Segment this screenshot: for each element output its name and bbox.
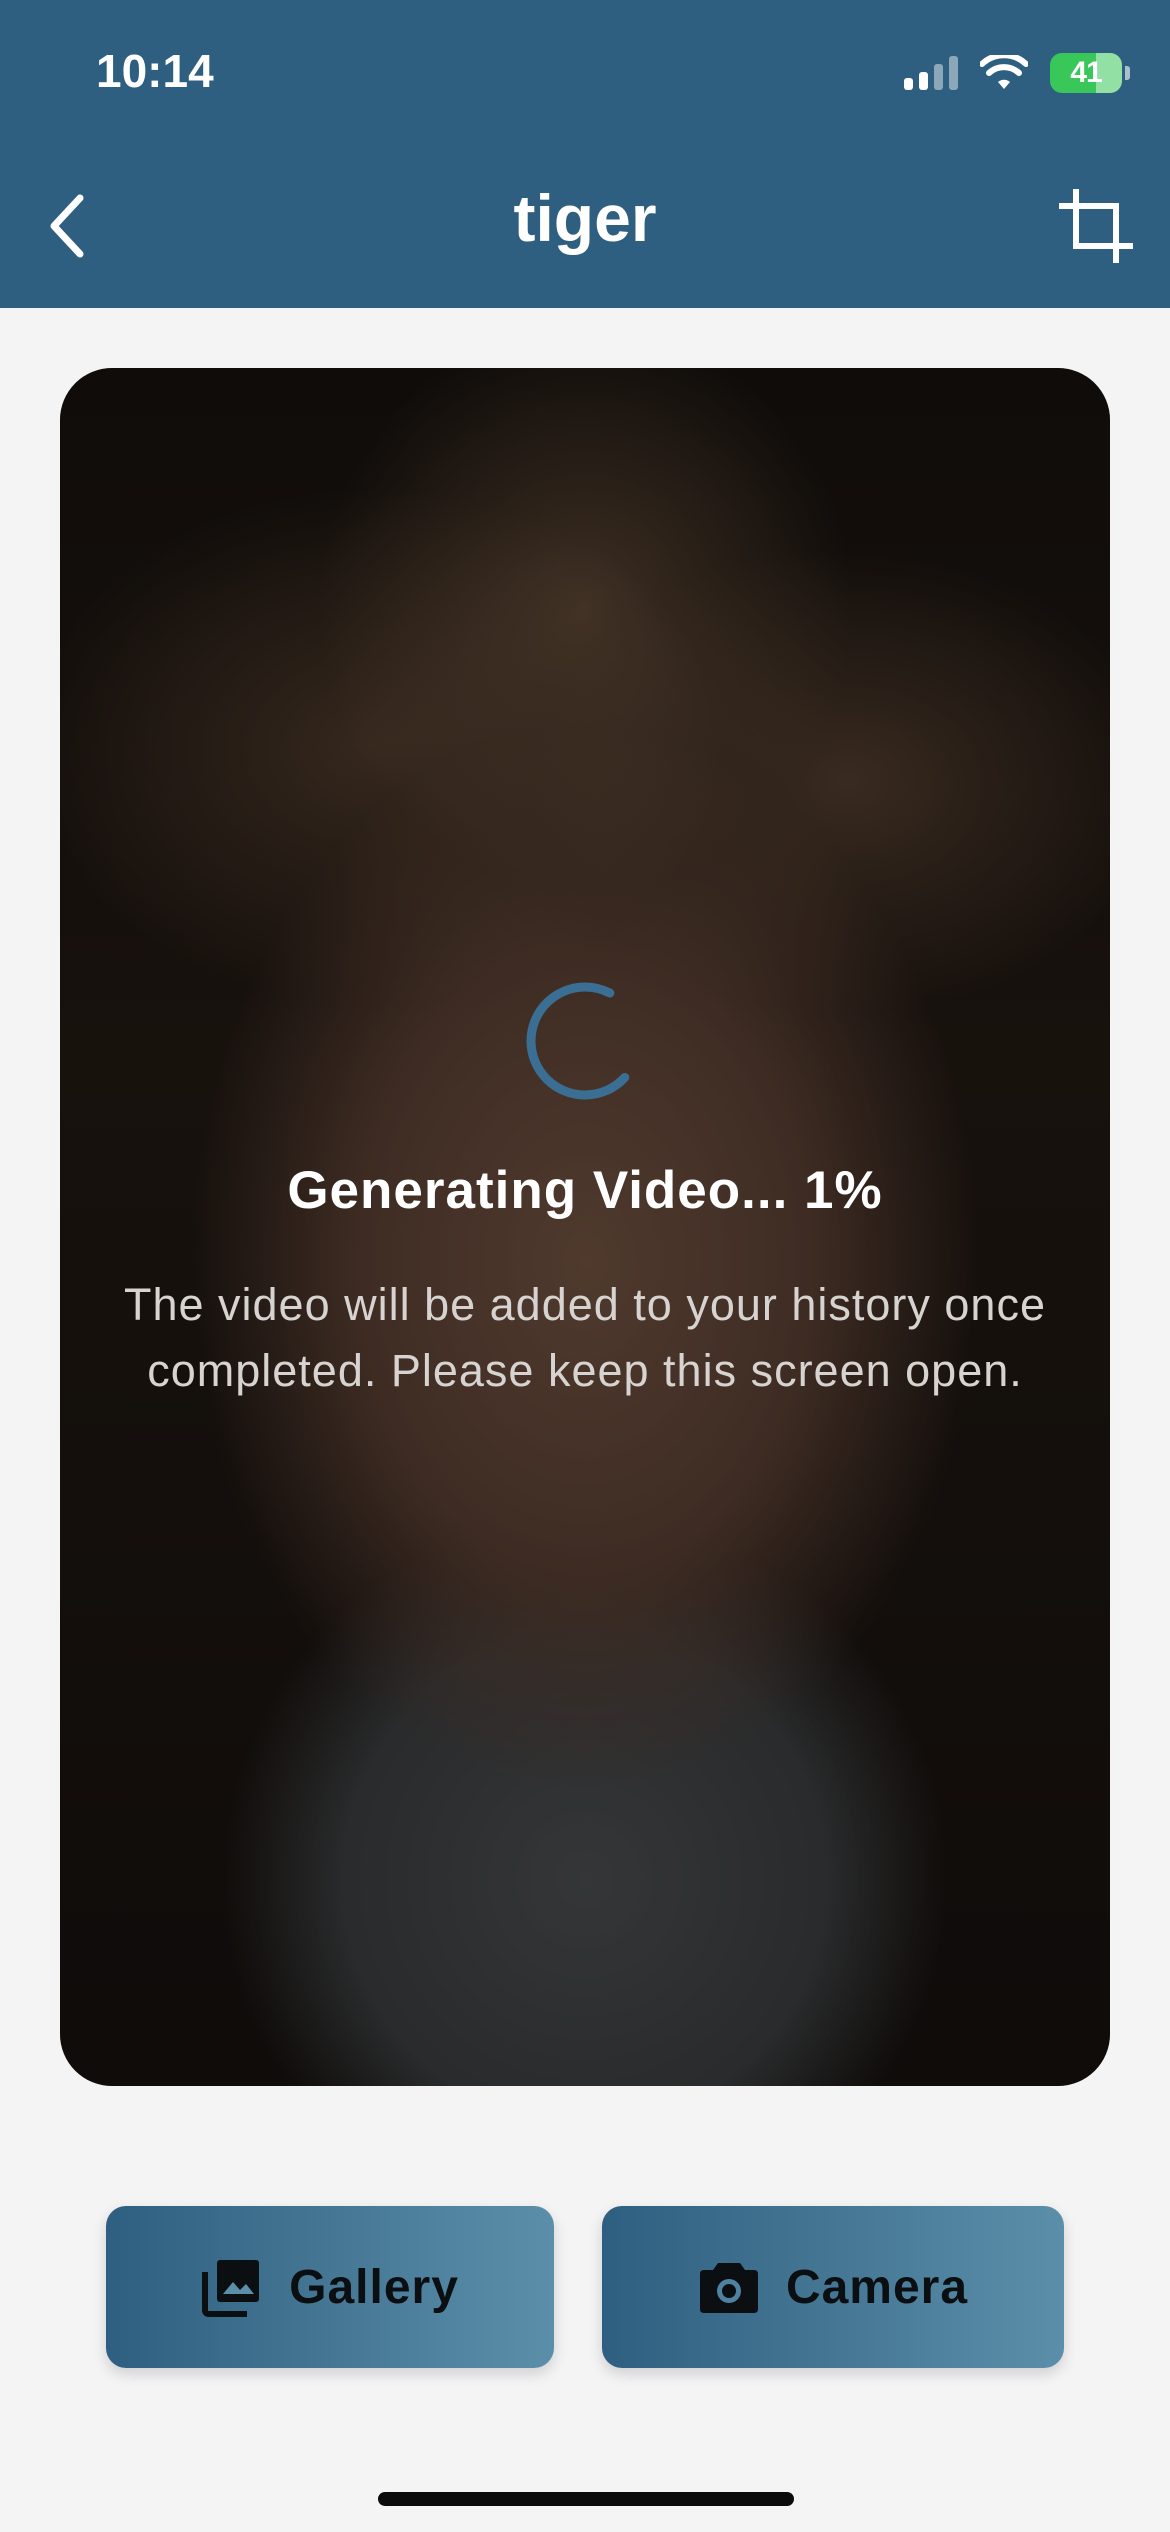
wifi-icon: [980, 55, 1028, 89]
battery-percent: 41: [1070, 56, 1102, 89]
loading-overlay: [60, 368, 1110, 2086]
progress-message: The video will be added to your history …: [123, 1279, 1046, 1396]
signal-icon: [904, 56, 958, 90]
gallery-button[interactable]: Gallery: [106, 2206, 554, 2368]
battery-charging-icon: 41: [1050, 53, 1130, 93]
camera-label: Camera: [785, 2260, 969, 2314]
progress-title: Generating Video... 1%: [287, 1161, 883, 1220]
crop-button[interactable]: [1058, 188, 1134, 264]
camera-icon: [699, 2263, 758, 2313]
app-header: 10:14 41 tiger: [0, 0, 1170, 308]
camera-button[interactable]: Camera: [602, 2206, 1064, 2368]
photo-preview: [60, 368, 1110, 2086]
loading-spinner-icon: [526, 982, 644, 1100]
gallery-label: Gallery: [289, 2260, 459, 2314]
status-time: 10:14: [96, 45, 214, 97]
page-title: tiger: [513, 181, 657, 255]
photo-library-icon: [202, 2260, 260, 2317]
status-icons: 41: [904, 50, 1130, 96]
home-indicator[interactable]: [378, 2492, 794, 2506]
